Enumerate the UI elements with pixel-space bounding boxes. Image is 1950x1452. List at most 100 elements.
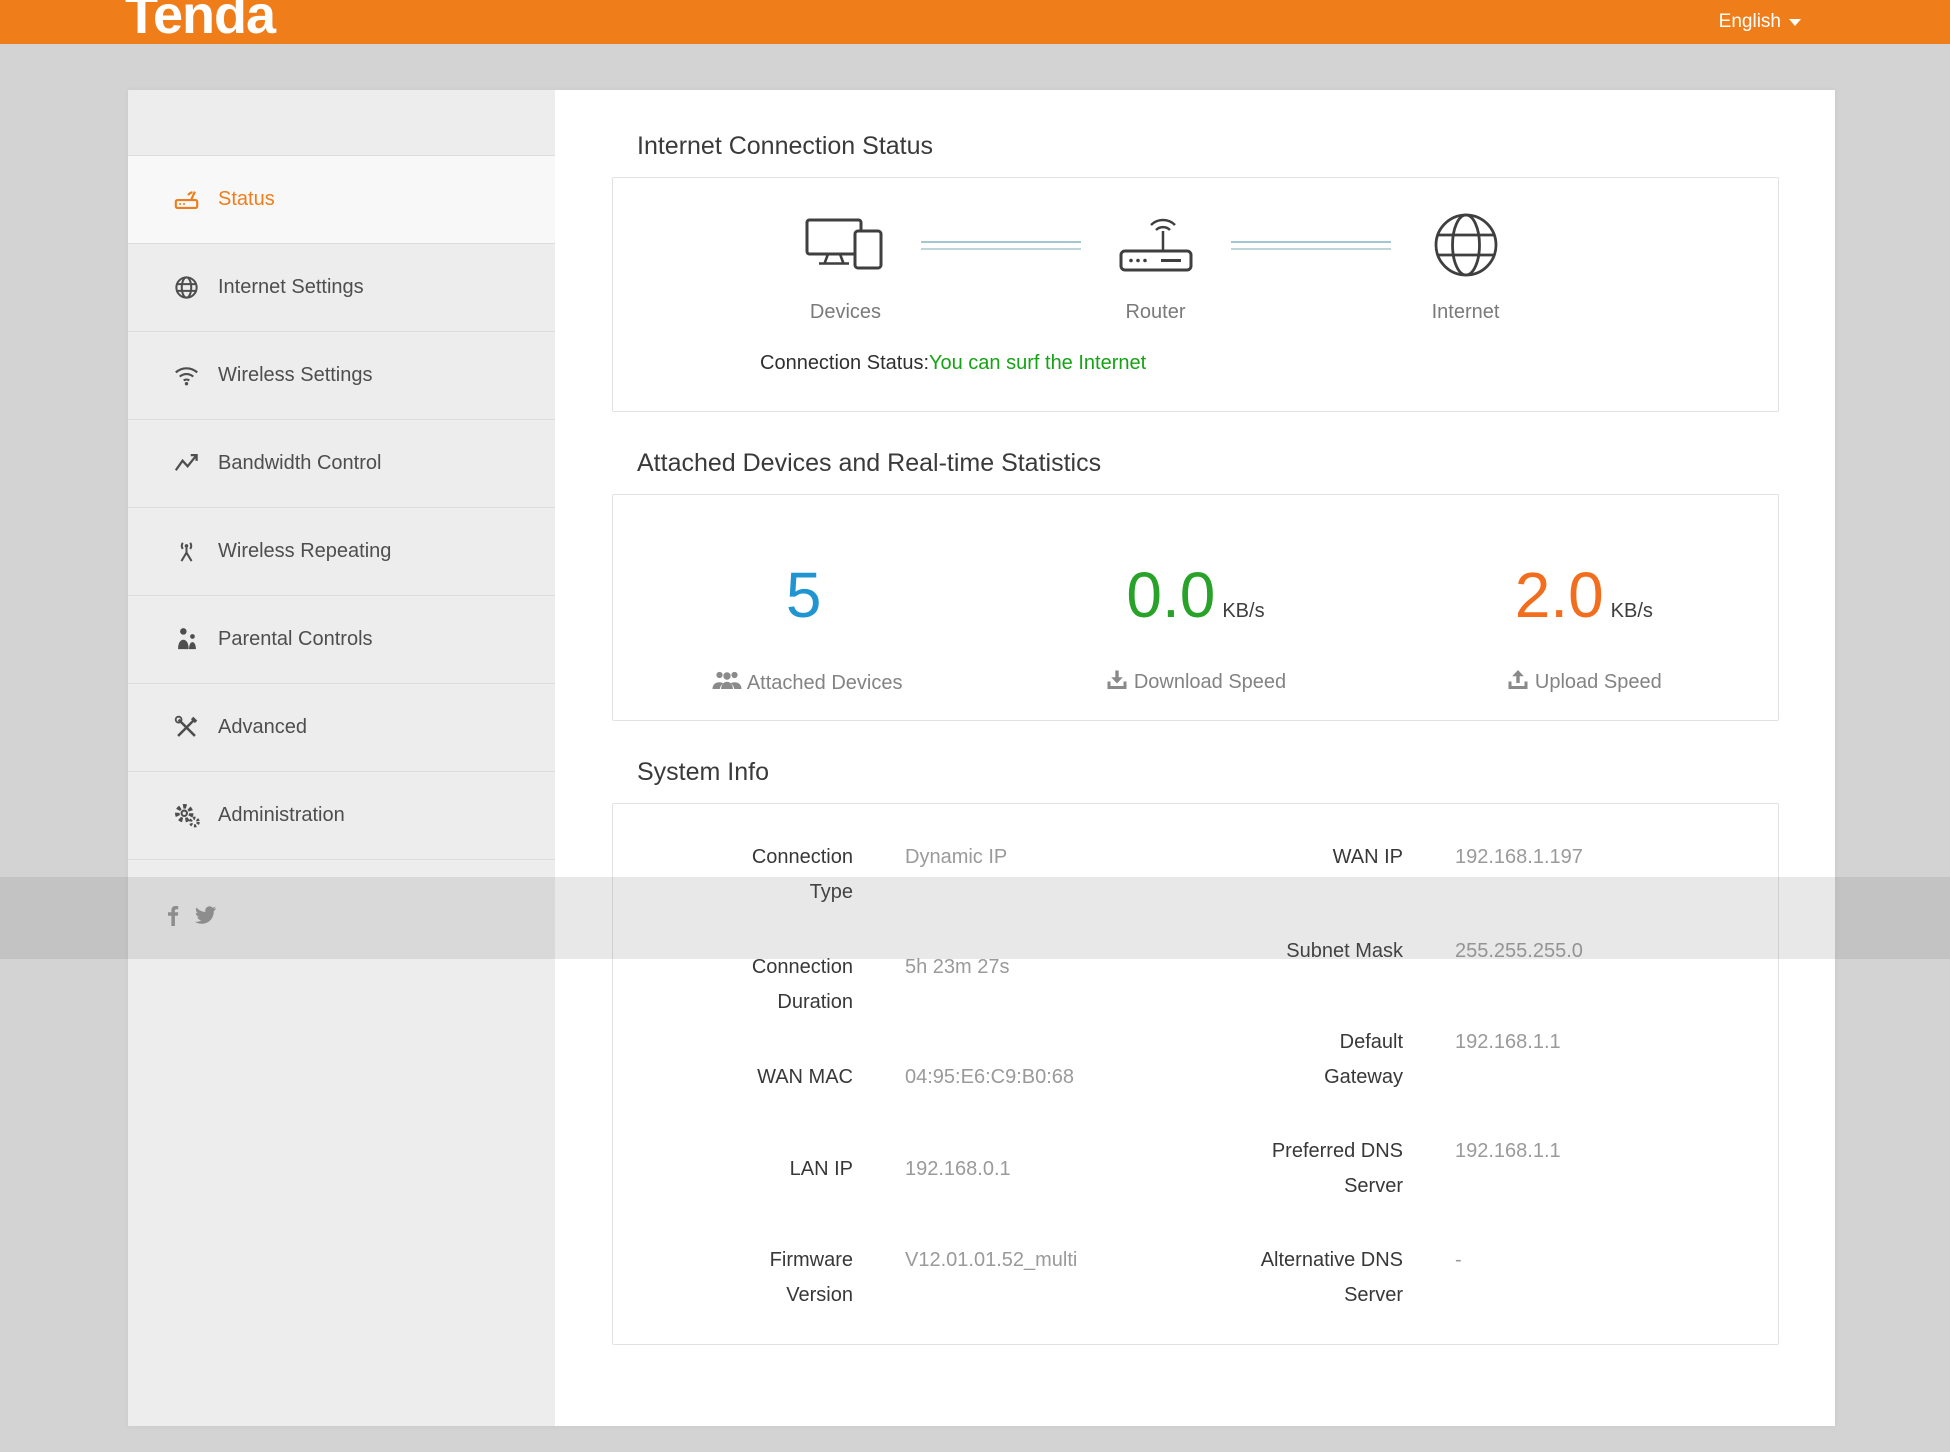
field-value: V12.01.01.52_multi — [853, 1243, 1163, 1278]
sidebar-item-label: Administration — [218, 804, 345, 827]
connection-status-panel: Devices — [612, 177, 1779, 412]
facebook-icon[interactable] — [168, 906, 179, 926]
top-header-bar: Tenda English — [0, 0, 1950, 44]
link-line — [921, 241, 1081, 250]
sidebar-item-label: Status — [218, 188, 275, 211]
field-value: 04:95:E6:C9:B0:68 — [853, 1025, 1163, 1095]
field-label: Alternative DNS Server — [1163, 1243, 1403, 1313]
field-label: Connection Duration — [613, 950, 853, 1020]
download-icon — [1105, 669, 1129, 696]
connection-diagram: Devices — [613, 178, 1778, 324]
field-label: WAN IP — [1163, 840, 1403, 875]
sidebar-nav: Status Internet Settings — [128, 90, 555, 1426]
sidebar-item-label: Advanced — [218, 716, 307, 739]
status-router-icon — [170, 184, 202, 216]
node-devices: Devices — [771, 203, 921, 324]
language-label: English — [1719, 11, 1781, 33]
field-label: WAN MAC — [613, 1025, 853, 1095]
table-row: WAN MAC 04:95:E6:C9:B0:68 Default Gatewa… — [613, 1025, 1778, 1095]
stat-label: Upload Speed — [1535, 671, 1662, 694]
field-value: - — [1403, 1243, 1778, 1278]
globe-icon — [170, 272, 202, 304]
social-links — [168, 906, 217, 926]
system-info-table: Connection Type Dynamic IP WAN IP 192.16… — [613, 804, 1778, 1313]
field-label: Default Gateway — [1163, 1025, 1403, 1095]
stat-unit: KB/s — [1222, 600, 1264, 623]
parental-icon — [170, 624, 202, 656]
node-internet: Internet — [1391, 203, 1541, 324]
sidebar-item-wireless-settings[interactable]: Wireless Settings — [128, 332, 555, 420]
section-title-stats: Attached Devices and Real-time Statistic… — [637, 448, 1779, 479]
section-title-system: System Info — [637, 757, 1779, 788]
sidebar-item-label: Wireless Repeating — [218, 540, 391, 563]
field-value: 192.168.1.1 — [1403, 1025, 1778, 1060]
stat-value: 0.0 — [1126, 563, 1215, 627]
sidebar-item-status[interactable]: Status — [128, 156, 555, 244]
field-value: Dynamic IP — [853, 840, 1163, 875]
system-info-panel: Connection Type Dynamic IP WAN IP 192.16… — [612, 803, 1779, 1345]
table-row: LAN IP 192.168.0.1 Preferred DNS Server … — [613, 1134, 1778, 1204]
sidebar-item-label: Parental Controls — [218, 628, 373, 651]
stat-label-row: Download Speed — [1105, 669, 1286, 696]
people-icon — [712, 669, 742, 697]
sidebar-item-advanced[interactable]: Advanced — [128, 684, 555, 772]
main-card: Status Internet Settings — [128, 90, 1835, 1426]
node-router: Router — [1081, 203, 1231, 324]
sidebar-item-bandwidth-control[interactable]: Bandwidth Control — [128, 420, 555, 508]
sidebar-header-spacer — [128, 90, 555, 156]
stat-label-row: Attached Devices — [712, 669, 903, 697]
stat-upload-speed: 2.0 KB/s Upload Speed — [1390, 563, 1778, 697]
field-label: Subnet Mask — [1163, 934, 1403, 969]
table-row: Connection Duration 5h 23m 27s Subnet Ma… — [613, 950, 1778, 1020]
content-area: Internet Connection Status Devices — [555, 90, 1835, 1345]
table-row: Connection Type Dynamic IP WAN IP 192.16… — [613, 840, 1778, 910]
field-label: Connection Type — [613, 840, 853, 910]
connection-status-label: Connection Status: — [760, 352, 929, 374]
node-label: Internet — [1432, 301, 1500, 324]
field-label: LAN IP — [613, 1134, 853, 1187]
gears-icon — [170, 800, 202, 832]
node-label: Devices — [810, 301, 881, 324]
field-value: 5h 23m 27s — [853, 950, 1163, 985]
node-label: Router — [1125, 301, 1185, 324]
link-line — [1231, 241, 1391, 250]
stat-label: Download Speed — [1134, 671, 1286, 694]
field-value: 255.255.255.0 — [1403, 934, 1778, 969]
antenna-icon — [170, 536, 202, 568]
tenda-logo: Tenda — [125, 0, 275, 42]
chart-line-icon — [170, 448, 202, 480]
connection-status-line: Connection Status:You can surf the Inter… — [613, 352, 1778, 375]
stat-unit: KB/s — [1611, 600, 1653, 623]
chevron-down-icon — [1789, 19, 1801, 26]
sidebar-item-wireless-repeating[interactable]: Wireless Repeating — [128, 508, 555, 596]
field-label: Preferred DNS Server — [1163, 1134, 1403, 1204]
twitter-icon[interactable] — [195, 906, 217, 926]
language-selector[interactable]: English — [1719, 0, 1801, 44]
section-title-connection: Internet Connection Status — [637, 131, 1779, 162]
stat-label: Attached Devices — [747, 672, 903, 695]
field-label: Firmware Version — [613, 1243, 853, 1313]
devices-icon — [805, 203, 887, 287]
tools-icon — [170, 712, 202, 744]
wifi-icon — [170, 360, 202, 392]
stat-value: 2.0 — [1515, 563, 1604, 627]
stat-download-speed: 0.0 KB/s Download Speed — [1001, 563, 1389, 697]
table-row: Firmware Version V12.01.01.52_multi Alte… — [613, 1243, 1778, 1313]
statistics-panel: 5 — [612, 494, 1779, 721]
field-value: 192.168.1.197 — [1403, 840, 1778, 875]
stat-attached-devices: 5 — [613, 563, 1001, 697]
sidebar-item-parental-controls[interactable]: Parental Controls — [128, 596, 555, 684]
stats-row: 5 — [613, 495, 1778, 697]
sidebar-item-internet-settings[interactable]: Internet Settings — [128, 244, 555, 332]
sidebar-item-administration[interactable]: Administration — [128, 772, 555, 860]
connection-status-value: You can surf the Internet — [929, 352, 1146, 374]
field-value: 192.168.0.1 — [853, 1134, 1163, 1187]
router-icon — [1117, 203, 1195, 287]
sidebar-item-label: Internet Settings — [218, 276, 364, 299]
upload-icon — [1506, 669, 1530, 696]
stat-value: 5 — [786, 563, 822, 627]
internet-globe-icon — [1433, 203, 1499, 287]
field-value: 192.168.1.1 — [1403, 1134, 1778, 1169]
sidebar-item-label: Bandwidth Control — [218, 452, 381, 475]
sidebar-item-label: Wireless Settings — [218, 364, 373, 387]
